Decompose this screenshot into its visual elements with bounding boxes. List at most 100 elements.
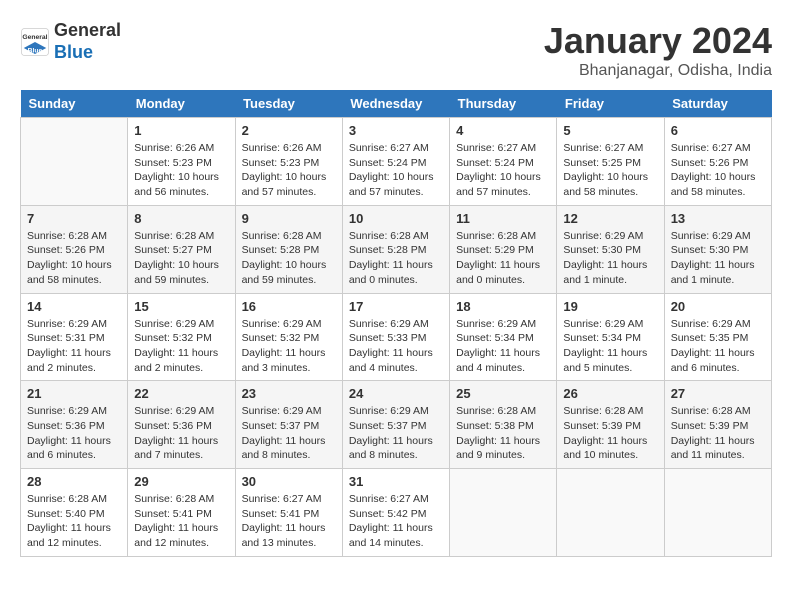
day-number: 25 xyxy=(456,386,550,401)
day-number: 7 xyxy=(27,211,121,226)
location: Bhanjanagar, Odisha, India xyxy=(544,62,772,80)
day-info: Sunrise: 6:29 AM Sunset: 5:36 PM Dayligh… xyxy=(27,404,121,463)
day-number: 15 xyxy=(134,299,228,314)
calendar-cell: 26Sunrise: 6:28 AM Sunset: 5:39 PM Dayli… xyxy=(557,381,664,469)
calendar-cell: 31 Sunrise: 6:27 AM Sunset: 5:42 PM Dayli… xyxy=(342,469,449,557)
day-info: Sunrise: 6:28 AM Sunset: 5:29 PM Dayligh… xyxy=(456,229,550,288)
day-info: Sunrise: 6:28 AM Sunset: 5:39 PM Dayligh… xyxy=(671,404,765,463)
calendar-cell: 18 Sunrise: 6:29 AM Sunset: 5:34 PM Dayli… xyxy=(450,293,557,381)
logo: General Blue General Blue xyxy=(20,20,121,63)
column-header-monday: Monday xyxy=(128,90,235,118)
day-info: Sunrise: 6:29 AM Sunset: 5:37 PM Dayligh… xyxy=(349,404,443,463)
day-info: Sunrise: 6:28 AM Sunset: 5:28 PM Dayligh… xyxy=(349,229,443,288)
column-header-wednesday: Wednesday xyxy=(342,90,449,118)
day-info: Sunrise: 6:26 AM Sunset: 5:23 PM Dayligh… xyxy=(134,141,228,200)
day-info: Sunrise: 6:29 AM Sunset: 5:34 PM Dayligh… xyxy=(456,317,550,376)
calendar-cell: 13 Sunrise: 6:29 AM Sunset: 5:30 PM Dayli… xyxy=(664,205,771,293)
calendar-cell: 9Sunrise: 6:28 AM Sunset: 5:28 PM Daylig… xyxy=(235,205,342,293)
day-info: Sunrise: 6:27 AM Sunset: 5:26 PM Dayligh… xyxy=(671,141,765,200)
day-number: 12 xyxy=(563,211,657,226)
calendar-cell: 6 Sunrise: 6:27 AM Sunset: 5:26 PM Daylig… xyxy=(664,118,771,206)
day-info: Sunrise: 6:29 AM Sunset: 5:31 PM Dayligh… xyxy=(27,317,121,376)
day-info: Sunrise: 6:28 AM Sunset: 5:39 PM Dayligh… xyxy=(563,404,657,463)
page-header: General Blue General Blue January 2024 B… xyxy=(20,20,772,80)
day-number: 4 xyxy=(456,123,550,138)
calendar-cell: 22 Sunrise: 6:29 AM Sunset: 5:36 PM Dayli… xyxy=(128,381,235,469)
calendar-cell: 4 Sunrise: 6:27 AM Sunset: 5:24 PM Daylig… xyxy=(450,118,557,206)
day-info: Sunrise: 6:28 AM Sunset: 5:26 PM Dayligh… xyxy=(27,229,121,288)
day-number: 31 xyxy=(349,474,443,489)
calendar-cell: 8 Sunrise: 6:28 AM Sunset: 5:27 PM Daylig… xyxy=(128,205,235,293)
day-info: Sunrise: 6:27 AM Sunset: 5:24 PM Dayligh… xyxy=(349,141,443,200)
calendar-cell: 14 Sunrise: 6:29 AM Sunset: 5:31 PM Dayli… xyxy=(21,293,128,381)
day-info: Sunrise: 6:26 AM Sunset: 5:23 PM Dayligh… xyxy=(242,141,336,200)
day-info: Sunrise: 6:27 AM Sunset: 5:25 PM Dayligh… xyxy=(563,141,657,200)
column-header-tuesday: Tuesday xyxy=(235,90,342,118)
calendar-cell: 23Sunrise: 6:29 AM Sunset: 5:37 PM Dayli… xyxy=(235,381,342,469)
week-row-1: 1 Sunrise: 6:26 AM Sunset: 5:23 PM Daylig… xyxy=(21,118,772,206)
calendar-cell: 16Sunrise: 6:29 AM Sunset: 5:32 PM Dayli… xyxy=(235,293,342,381)
header-row: SundayMondayTuesdayWednesdayThursdayFrid… xyxy=(21,90,772,118)
day-number: 1 xyxy=(134,123,228,138)
day-number: 19 xyxy=(563,299,657,314)
title-block: January 2024 Bhanjanagar, Odisha, India xyxy=(544,20,772,80)
calendar-cell: 29 Sunrise: 6:28 AM Sunset: 5:41 PM Dayli… xyxy=(128,469,235,557)
svg-text:Blue: Blue xyxy=(28,47,43,54)
calendar-cell xyxy=(21,118,128,206)
calendar-cell: 17 Sunrise: 6:29 AM Sunset: 5:33 PM Dayli… xyxy=(342,293,449,381)
day-info: Sunrise: 6:29 AM Sunset: 5:30 PM Dayligh… xyxy=(671,229,765,288)
column-header-sunday: Sunday xyxy=(21,90,128,118)
day-number: 18 xyxy=(456,299,550,314)
day-info: Sunrise: 6:29 AM Sunset: 5:32 PM Dayligh… xyxy=(134,317,228,376)
day-number: 17 xyxy=(349,299,443,314)
calendar-cell: 5 Sunrise: 6:27 AM Sunset: 5:25 PM Daylig… xyxy=(557,118,664,206)
calendar-cell: 15 Sunrise: 6:29 AM Sunset: 5:32 PM Dayli… xyxy=(128,293,235,381)
day-number: 20 xyxy=(671,299,765,314)
day-number: 22 xyxy=(134,386,228,401)
week-row-4: 21Sunrise: 6:29 AM Sunset: 5:36 PM Dayli… xyxy=(21,381,772,469)
day-info: Sunrise: 6:29 AM Sunset: 5:30 PM Dayligh… xyxy=(563,229,657,288)
column-header-friday: Friday xyxy=(557,90,664,118)
calendar-cell xyxy=(664,469,771,557)
day-info: Sunrise: 6:28 AM Sunset: 5:41 PM Dayligh… xyxy=(134,492,228,551)
calendar-cell: 2 Sunrise: 6:26 AM Sunset: 5:23 PM Daylig… xyxy=(235,118,342,206)
day-info: Sunrise: 6:28 AM Sunset: 5:27 PM Dayligh… xyxy=(134,229,228,288)
day-number: 5 xyxy=(563,123,657,138)
week-row-2: 7 Sunrise: 6:28 AM Sunset: 5:26 PM Daylig… xyxy=(21,205,772,293)
calendar-cell: 11Sunrise: 6:28 AM Sunset: 5:29 PM Dayli… xyxy=(450,205,557,293)
day-info: Sunrise: 6:28 AM Sunset: 5:28 PM Dayligh… xyxy=(242,229,336,288)
calendar-cell: 1 Sunrise: 6:26 AM Sunset: 5:23 PM Daylig… xyxy=(128,118,235,206)
calendar-cell: 28Sunrise: 6:28 AM Sunset: 5:40 PM Dayli… xyxy=(21,469,128,557)
day-number: 13 xyxy=(671,211,765,226)
calendar-cell: 30Sunrise: 6:27 AM Sunset: 5:41 PM Dayli… xyxy=(235,469,342,557)
day-number: 2 xyxy=(242,123,336,138)
day-number: 8 xyxy=(134,211,228,226)
week-row-5: 28Sunrise: 6:28 AM Sunset: 5:40 PM Dayli… xyxy=(21,469,772,557)
logo-text: General Blue xyxy=(54,20,121,63)
day-info: Sunrise: 6:29 AM Sunset: 5:37 PM Dayligh… xyxy=(242,404,336,463)
day-info: Sunrise: 6:29 AM Sunset: 5:36 PM Dayligh… xyxy=(134,404,228,463)
day-info: Sunrise: 6:29 AM Sunset: 5:35 PM Dayligh… xyxy=(671,317,765,376)
calendar-cell: 10Sunrise: 6:28 AM Sunset: 5:28 PM Dayli… xyxy=(342,205,449,293)
day-number: 14 xyxy=(27,299,121,314)
day-number: 3 xyxy=(349,123,443,138)
day-info: Sunrise: 6:27 AM Sunset: 5:41 PM Dayligh… xyxy=(242,492,336,551)
calendar-cell: 25Sunrise: 6:28 AM Sunset: 5:38 PM Dayli… xyxy=(450,381,557,469)
day-number: 28 xyxy=(27,474,121,489)
calendar-table: SundayMondayTuesdayWednesdayThursdayFrid… xyxy=(20,90,772,557)
day-number: 27 xyxy=(671,386,765,401)
day-info: Sunrise: 6:27 AM Sunset: 5:42 PM Dayligh… xyxy=(349,492,443,551)
day-info: Sunrise: 6:27 AM Sunset: 5:24 PM Dayligh… xyxy=(456,141,550,200)
calendar-cell: 19 Sunrise: 6:29 AM Sunset: 5:34 PM Dayli… xyxy=(557,293,664,381)
calendar-cell: 12 Sunrise: 6:29 AM Sunset: 5:30 PM Dayli… xyxy=(557,205,664,293)
column-header-thursday: Thursday xyxy=(450,90,557,118)
day-number: 6 xyxy=(671,123,765,138)
calendar-cell: 21Sunrise: 6:29 AM Sunset: 5:36 PM Dayli… xyxy=(21,381,128,469)
day-info: Sunrise: 6:29 AM Sunset: 5:34 PM Dayligh… xyxy=(563,317,657,376)
calendar-cell: 3 Sunrise: 6:27 AM Sunset: 5:24 PM Daylig… xyxy=(342,118,449,206)
day-info: Sunrise: 6:29 AM Sunset: 5:33 PM Dayligh… xyxy=(349,317,443,376)
day-number: 29 xyxy=(134,474,228,489)
month-title: January 2024 xyxy=(544,20,772,62)
calendar-cell: 24Sunrise: 6:29 AM Sunset: 5:37 PM Dayli… xyxy=(342,381,449,469)
svg-text:General: General xyxy=(22,34,47,41)
